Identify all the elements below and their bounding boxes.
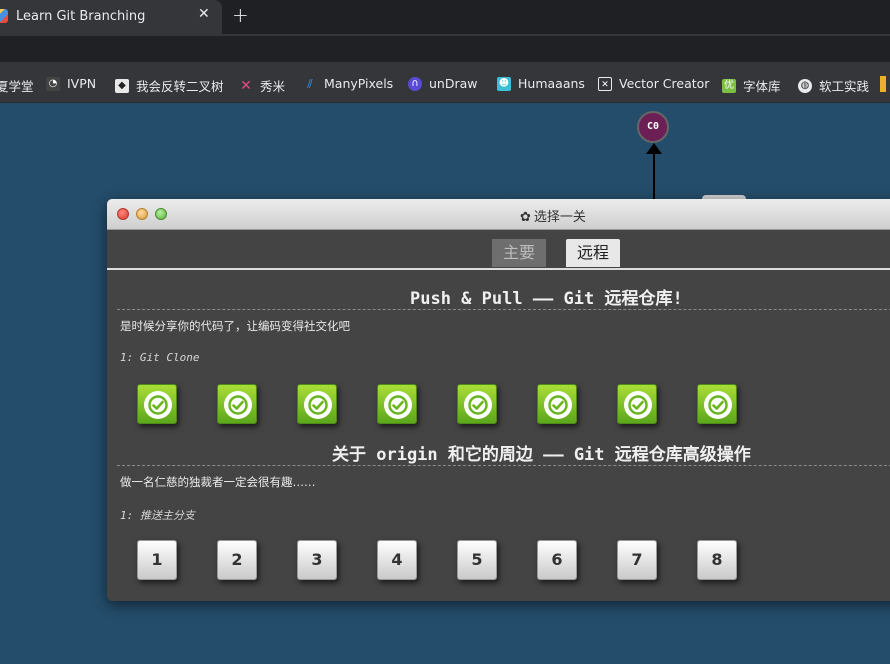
- section-title: Push & Pull —— Git 远程仓库!: [410, 289, 683, 309]
- bookmarks-bar: 夏学堂 ◔ IVPN ◆ 我会反转二叉树 ✕ 秀米 ⫽ ManyPixels ∩ unDr…: [0, 66, 890, 103]
- git-favicon-icon: [0, 9, 8, 23]
- level-completed-button[interactable]: [377, 384, 417, 424]
- address-bar-area: [0, 34, 890, 66]
- font-library-icon: 优: [722, 78, 736, 93]
- checkmark-icon: [384, 391, 412, 419]
- bookmark-item[interactable]: ✕ Vector Creator: [598, 76, 709, 91]
- commit-node[interactable]: C0: [637, 111, 669, 143]
- browser-tab[interactable]: Learn Git Branching ✕: [0, 0, 222, 34]
- bookmark-item[interactable]: ◔ IVPN: [46, 76, 96, 91]
- section-title: 关于 origin 和它的周边 —— Git 远程仓库高级操作: [332, 445, 751, 465]
- level-button[interactable]: 1: [137, 540, 177, 580]
- level-completed-button[interactable]: [217, 384, 257, 424]
- humaaans-icon: ☻: [497, 76, 511, 91]
- level-completed-button[interactable]: [457, 384, 497, 424]
- checkmark-icon: [144, 391, 172, 419]
- level-completed-button[interactable]: [617, 384, 657, 424]
- undraw-icon: ∩: [408, 76, 422, 91]
- level-completed-button[interactable]: [137, 384, 177, 424]
- level-button[interactable]: 5: [457, 540, 497, 580]
- checkmark-icon: [224, 391, 252, 419]
- bookmark-item[interactable]: ◍ 软工实践: [798, 76, 869, 95]
- level-button[interactable]: 4: [377, 540, 417, 580]
- sequence-label: 1: 推送主分支: [120, 509, 195, 522]
- vector-creator-icon: ✕: [598, 76, 612, 91]
- bookmark-item[interactable]: ✕ 秀米: [239, 76, 285, 95]
- dialog-title: ✿ 选择一关: [520, 210, 586, 225]
- tab-main[interactable]: 主要: [492, 239, 546, 267]
- section-divider: [117, 465, 890, 466]
- zoom-window-button[interactable]: [155, 208, 167, 220]
- section-description: 做一名仁慈的独裁者一定会很有趣……: [120, 475, 316, 489]
- level-completed-button[interactable]: [297, 384, 337, 424]
- sequence-label: 1: Git Clone: [120, 351, 200, 364]
- bookmark-item[interactable]: ⫽ ManyPixels: [303, 76, 393, 91]
- bookmark-item[interactable]: ◆ 我会反转二叉树: [115, 76, 224, 95]
- bookmark-item[interactable]: ☻ Humaaans: [497, 76, 585, 91]
- minimize-window-button[interactable]: [136, 208, 148, 220]
- browser-tab-strip: Learn Git Branching ✕ +: [0, 0, 890, 34]
- gear-icon: ✿: [520, 210, 531, 225]
- level-button[interactable]: 7: [617, 540, 657, 580]
- globe-icon: ◍: [798, 78, 812, 93]
- checkmark-icon: [544, 391, 572, 419]
- commit-edge: [653, 150, 655, 200]
- section-description: 是时候分享你的代码了，让编码变得社交化吧: [120, 319, 350, 333]
- xiumi-icon: ✕: [240, 77, 252, 94]
- address-field[interactable]: [0, 36, 890, 62]
- dialog-titlebar: ✿ 选择一关: [107, 199, 890, 230]
- manypixels-icon: ⫽: [307, 76, 313, 91]
- level-completed-button[interactable]: [697, 384, 737, 424]
- checkmark-icon: [704, 391, 732, 419]
- tree-icon: ◆: [115, 78, 129, 93]
- ivpn-icon: ◔: [46, 76, 60, 91]
- overflow-bookmark-icon[interactable]: [880, 76, 886, 92]
- bookmark-item[interactable]: ∩ unDraw: [408, 76, 478, 91]
- checkmark-icon: [464, 391, 492, 419]
- level-button[interactable]: 6: [537, 540, 577, 580]
- level-select-dialog: ✿ 选择一关 主要 远程 Push & Pull —— Git 远程仓库! 是时候…: [107, 199, 890, 601]
- level-button[interactable]: 8: [697, 540, 737, 580]
- bookmark-item[interactable]: 优字体库: [722, 76, 781, 95]
- level-completed-button[interactable]: [537, 384, 577, 424]
- section-divider: [117, 309, 890, 310]
- new-tab-button[interactable]: +: [232, 3, 249, 27]
- checkmark-icon: [304, 391, 332, 419]
- browser-tab-title: Learn Git Branching: [16, 9, 146, 24]
- close-tab-icon[interactable]: ✕: [198, 6, 210, 22]
- level-tabs: 主要 远程: [107, 230, 890, 270]
- bookmark-item[interactable]: 夏学堂: [0, 76, 34, 95]
- close-window-button[interactable]: [117, 208, 129, 220]
- checkmark-icon: [624, 391, 652, 419]
- tab-remote[interactable]: 远程: [566, 239, 620, 267]
- level-button[interactable]: 2: [217, 540, 257, 580]
- level-button[interactable]: 3: [297, 540, 337, 580]
